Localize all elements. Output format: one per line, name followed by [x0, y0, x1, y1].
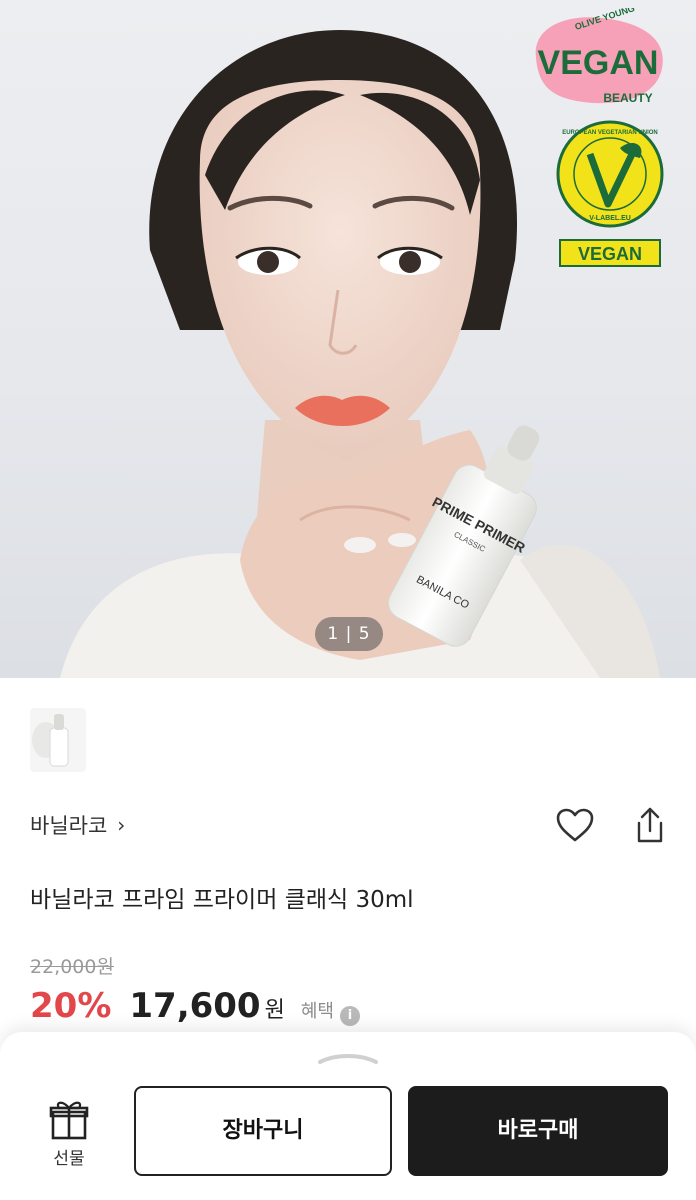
- share-icon[interactable]: [633, 805, 667, 845]
- gift-box-icon: [49, 1101, 89, 1140]
- chevron-handle-icon[interactable]: [316, 1050, 380, 1066]
- buy-now-button[interactable]: 바로구매: [408, 1086, 668, 1176]
- original-price: 22,000원: [30, 956, 114, 978]
- chevron-right-icon: ›: [117, 813, 126, 837]
- product-title: 바닐라코 프라임 프라이머 클래식 30ml: [30, 887, 414, 913]
- benefit-info-button[interactable]: 혜택 i: [300, 997, 360, 1026]
- brand-link[interactable]: 바닐라코 ›: [30, 808, 125, 842]
- benefit-label: 혜택: [300, 1001, 334, 1022]
- v-label-vegan-badge: EUROPEAN VEGETARIAN UNION V-LABEL.EU VEG…: [556, 120, 664, 267]
- heart-icon[interactable]: [555, 807, 595, 843]
- vlabel-vegan-text: VEGAN: [578, 244, 642, 264]
- info-icon: i: [339, 1006, 360, 1026]
- add-to-cart-button[interactable]: 장바구니: [134, 1086, 392, 1176]
- vegan-badge-main-text: VEGAN: [538, 44, 659, 82]
- price-row: 20% 17,600 원 혜택 i: [30, 986, 360, 1034]
- gift-button[interactable]: 선물: [42, 1098, 96, 1178]
- brand-name: 바닐라코: [30, 814, 108, 838]
- vlabel-ring-text: EUROPEAN VEGETARIAN UNION: [562, 130, 658, 136]
- gift-label: 선물: [53, 1149, 85, 1169]
- currency-unit: 원: [264, 998, 285, 1023]
- product-image-carousel[interactable]: PRIME PRIMER CLASSIC BANILA CO OLIVE YOU…: [0, 0, 696, 678]
- sale-price: 17,600: [129, 986, 261, 1026]
- discount-rate: 20%: [30, 986, 112, 1026]
- product-thumbnail[interactable]: [30, 708, 86, 772]
- bottom-purchase-bar: 선물 장바구니 바로구매: [0, 1032, 696, 1200]
- olive-young-vegan-beauty-badge: OLIVE YOUNG VEGAN BEAUTY: [535, 8, 663, 105]
- image-counter: 1 | 5: [315, 617, 383, 651]
- vlabel-url-text: V-LABEL.EU: [589, 215, 631, 222]
- vegan-badge-bottom-text: BEAUTY: [603, 91, 652, 105]
